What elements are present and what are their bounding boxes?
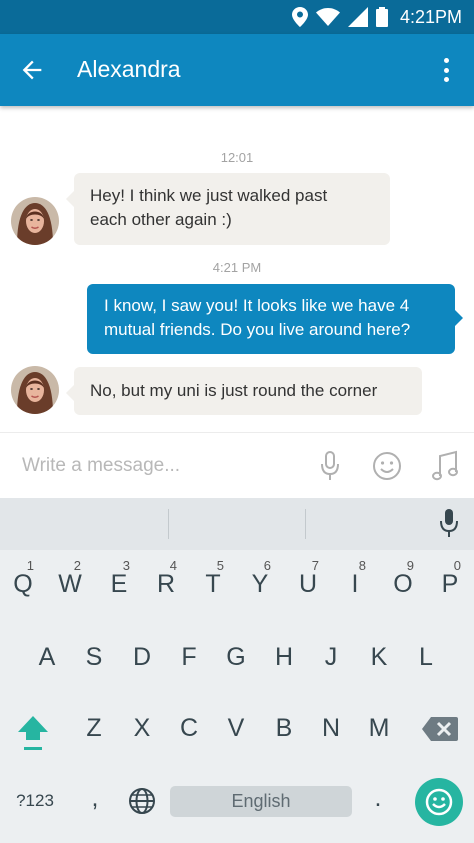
key-label: P (441, 570, 459, 598)
arrow-left-icon (22, 60, 42, 80)
key-h[interactable]: H (269, 643, 299, 672)
key-o[interactable]: O9 (388, 558, 418, 599)
shift-key[interactable] (14, 714, 52, 754)
comma-key[interactable]: , (85, 784, 105, 813)
more-vert-dot (443, 77, 449, 82)
key-hint: 5 (216, 558, 224, 573)
incoming-message[interactable]: Hey! I think we just walked past each ot… (66, 173, 390, 245)
divider (305, 509, 306, 539)
key-label: E (110, 570, 128, 598)
space-key[interactable]: English (170, 786, 352, 817)
divider (168, 509, 169, 539)
key-label: W (58, 570, 82, 598)
key-t[interactable]: T5 (198, 558, 228, 599)
key-l[interactable]: L (411, 643, 441, 672)
key-hint: 4 (169, 558, 177, 573)
key-a[interactable]: A (32, 643, 62, 672)
microphone-icon (321, 451, 339, 480)
message-line: each other again :) (90, 210, 232, 229)
more-vert-dot (443, 67, 449, 73)
message-input[interactable] (22, 453, 292, 479)
keyboard-voice-button[interactable] (438, 508, 460, 538)
timestamp: 12:01 (220, 150, 254, 165)
more-vert-icon (443, 58, 449, 63)
emoji-key[interactable] (415, 778, 463, 826)
key-j[interactable]: J (316, 643, 346, 672)
contact-name: Alexandra (77, 56, 181, 82)
key-n[interactable]: N (316, 714, 346, 743)
key-b[interactable]: B (269, 714, 299, 743)
status-bar: 4:21PM (0, 0, 474, 34)
message-line: Hey! I think we just walked past (90, 186, 328, 205)
status-time: 4:21PM (399, 6, 462, 27)
voice-button[interactable] (314, 450, 346, 482)
avatar[interactable] (11, 197, 59, 245)
key-i[interactable]: I8 (340, 558, 370, 599)
message-composer (0, 432, 474, 498)
key-label: Q (13, 570, 33, 598)
suggestion-strip (0, 498, 474, 550)
key-hint: 6 (263, 558, 271, 573)
key-r[interactable]: R4 (151, 558, 181, 599)
avatar[interactable] (11, 366, 59, 414)
timestamp: 4:21 PM (212, 260, 262, 275)
emoji-icon (373, 452, 401, 480)
key-z[interactable]: Z (79, 714, 109, 743)
battery-icon (375, 7, 388, 27)
back-button[interactable] (18, 56, 46, 84)
key-label: Y (251, 570, 269, 598)
key-hint: 7 (311, 558, 319, 573)
wifi-icon (315, 8, 340, 26)
shift-icon (18, 716, 48, 750)
key-k[interactable]: K (364, 643, 394, 672)
backspace-key[interactable] (421, 716, 459, 746)
key-hint: 3 (122, 558, 130, 573)
message-line: mutual friends. Do you live around here? (104, 320, 411, 339)
key-s[interactable]: S (79, 643, 109, 672)
status-icons: 4:21PM (291, 6, 462, 28)
emoji-button[interactable] (371, 450, 403, 482)
key-y[interactable]: Y6 (245, 558, 275, 599)
key-hint: 8 (358, 558, 366, 573)
key-e[interactable]: E3 (104, 558, 134, 599)
conversation[interactable]: 12:01 Hey! I think we just walked past e… (0, 106, 474, 432)
key-c[interactable]: C (174, 714, 204, 743)
music-button[interactable] (429, 450, 461, 482)
key-u[interactable]: U7 (293, 558, 323, 599)
message-line: I know, I saw you! It looks like we have… (104, 296, 410, 315)
music-note-icon (432, 450, 458, 481)
key-label: T (205, 570, 221, 598)
language-key[interactable] (127, 786, 157, 816)
key-hint: 0 (453, 558, 461, 573)
key-m[interactable]: M (364, 714, 394, 743)
key-g[interactable]: G (221, 643, 251, 672)
incoming-message[interactable]: No, but my uni is just round the corner (66, 367, 422, 415)
key-label: I (351, 570, 359, 598)
key-x[interactable]: X (127, 714, 157, 743)
key-hint: 2 (73, 558, 81, 573)
microphone-icon (440, 509, 458, 537)
key-f[interactable]: F (174, 643, 204, 672)
key-d[interactable]: D (127, 643, 157, 672)
key-label: O (393, 570, 413, 598)
key-label: R (156, 570, 176, 598)
period-key[interactable]: . (368, 784, 388, 813)
key-hint: 1 (26, 558, 34, 573)
key-label: U (298, 570, 318, 598)
emoji-icon (425, 788, 453, 816)
more-options-button[interactable] (436, 56, 456, 84)
symbols-key[interactable]: ?123 (10, 791, 60, 811)
globe-icon (129, 788, 155, 814)
key-p[interactable]: P0 (435, 558, 465, 599)
outgoing-message[interactable]: I know, I saw you! It looks like we have… (87, 284, 463, 354)
key-hint: 9 (406, 558, 414, 573)
backspace-icon (422, 717, 458, 741)
key-v[interactable]: V (221, 714, 251, 743)
app-bar: Alexandra (0, 34, 474, 106)
location-icon (291, 7, 308, 27)
key-q[interactable]: Q1 (8, 558, 38, 599)
signal-icon (347, 7, 368, 27)
key-w[interactable]: W2 (55, 558, 85, 599)
message-line: No, but my uni is just round the corner (90, 381, 378, 400)
